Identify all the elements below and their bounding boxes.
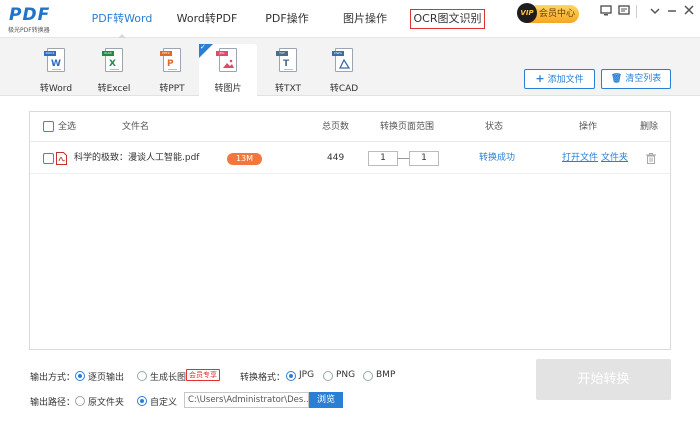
tab-ocr[interactable]: OCR图文识别: [410, 9, 485, 29]
col-actions: 操作: [579, 122, 598, 132]
col-total-pages: 总页数: [322, 122, 350, 132]
col-status: 状态: [485, 122, 504, 132]
table-row: 科学的极致：漫谈人工智能.pdf 13M 449 1 1 转换成功 打开文件 文…: [30, 143, 670, 174]
original-folder-radio[interactable]: [75, 396, 85, 406]
custom-path-label: 自定义: [150, 398, 178, 408]
logo-subtitle: 极光PDF转换器: [8, 27, 50, 34]
trash-icon: 🗑: [610, 74, 623, 84]
conversion-toolbar: DOCX W 转Word XLSX X 转Excel PPTX P 转PPT ✓…: [0, 38, 700, 96]
format-bmp-radio[interactable]: [363, 371, 373, 381]
tab-word-to-pdf[interactable]: Word转PDF: [170, 0, 244, 38]
browse-button[interactable]: 浏览: [309, 392, 343, 408]
range-from-input[interactable]: 1: [368, 151, 398, 166]
tool-label: 转TXT: [274, 84, 301, 94]
tool-to-ppt[interactable]: PPTX P 转PPT: [143, 38, 201, 96]
add-file-label: 添加文件: [547, 75, 584, 85]
file-name: 科学的极致：漫谈人工智能.pdf: [74, 153, 200, 163]
check-icon: ✓: [200, 43, 206, 51]
ppt-doc-icon: PPTX P: [160, 48, 181, 72]
txt-doc-icon: TXT T: [276, 48, 297, 72]
col-page-range: 转换页面范围: [380, 122, 435, 132]
vip-only-tag: 会员专享: [186, 369, 220, 381]
tab-image-operations[interactable]: 图片操作: [335, 0, 395, 38]
format-bmp-label: BMP: [376, 370, 396, 380]
table-header: 全选 文件名 总页数 转换页面范围 状态 操作 删除: [30, 112, 670, 142]
output-path-label: 输出路径：: [30, 398, 76, 408]
excel-doc-icon: XLSX X: [102, 48, 123, 72]
per-page-radio[interactable]: [75, 371, 85, 381]
status-text: 转换成功: [479, 153, 516, 163]
start-convert-button[interactable]: 开始转换: [536, 359, 671, 400]
tool-label: 转图片: [214, 84, 242, 94]
col-delete: 删除: [640, 122, 659, 132]
vip-badge-icon: VIP: [517, 3, 537, 23]
clear-list-label: 清空列表: [625, 74, 662, 84]
divider: [636, 5, 637, 18]
range-to-input[interactable]: 1: [409, 151, 439, 166]
top-bar: PDF 极光PDF转换器 PDF转Word Word转PDF PDF操作 图片操…: [0, 0, 700, 38]
per-page-label: 逐页输出: [88, 373, 125, 383]
word-doc-icon: DOCX W: [44, 48, 65, 72]
select-all-checkbox[interactable]: [43, 121, 54, 132]
tool-label: 转PPT: [159, 84, 185, 94]
tool-label: 转Word: [39, 84, 73, 94]
clear-list-button[interactable]: 🗑 清空列表: [601, 69, 671, 89]
long-image-radio[interactable]: [137, 371, 147, 381]
tool-to-txt[interactable]: TXT T 转TXT: [259, 38, 317, 96]
tool-to-image[interactable]: ✓ JPG 转图片: [199, 43, 257, 96]
file-list-panel: 全选 文件名 总页数 转换页面范围 状态 操作 删除 科学的极致：漫谈人工智能.…: [29, 111, 671, 350]
format-label: 转换格式：: [240, 373, 286, 383]
plus-icon: +: [535, 72, 545, 85]
cad-doc-icon: DWG: [332, 48, 353, 72]
file-size-badge: 13M: [227, 153, 262, 165]
tool-to-cad[interactable]: DWG 转CAD: [315, 38, 373, 96]
page-count: 449: [327, 153, 345, 163]
tool-to-word[interactable]: DOCX W 转Word: [27, 38, 85, 96]
pdf-file-icon: [56, 152, 67, 165]
long-image-label: 生成长图: [150, 373, 187, 383]
message-icon[interactable]: [617, 5, 631, 19]
open-folder-link[interactable]: 文件夹: [601, 143, 628, 174]
custom-path-radio[interactable]: [137, 396, 147, 406]
close-icon[interactable]: [682, 5, 696, 19]
tool-to-excel[interactable]: XLSX X 转Excel: [85, 38, 143, 96]
vip-center-label: 会员中心: [539, 9, 576, 19]
original-folder-label: 原文件夹: [88, 398, 125, 408]
output-path-input[interactable]: C:\Users\Administrator\Des...: [184, 392, 309, 408]
output-mode-label: 输出方式：: [30, 373, 76, 383]
tool-label: 转Excel: [97, 84, 131, 94]
delete-icon[interactable]: [646, 153, 656, 164]
format-jpg-label: JPG: [299, 370, 315, 380]
col-filename: 文件名: [122, 122, 150, 132]
minimize-icon[interactable]: [665, 5, 679, 19]
logo-text: PDF: [9, 5, 51, 25]
app-logo: PDF 极光PDF转换器: [6, 5, 60, 34]
image-doc-icon: JPG: [216, 48, 237, 72]
range-separator: [397, 158, 409, 159]
format-png-label: PNG: [336, 370, 356, 380]
row-checkbox[interactable]: [43, 153, 54, 164]
tab-pdf-to-word[interactable]: PDF转Word: [86, 0, 158, 38]
format-jpg-radio[interactable]: [286, 371, 296, 381]
tab-pdf-operations[interactable]: PDF操作: [258, 0, 316, 38]
monitor-icon[interactable]: [599, 5, 613, 19]
vip-center-button[interactable]: VIP 会员中心: [517, 3, 579, 23]
tool-label: 转CAD: [329, 84, 359, 94]
menu-dropdown-icon[interactable]: [648, 5, 662, 19]
format-png-radio[interactable]: [323, 371, 333, 381]
select-all-label: 全选: [58, 122, 77, 132]
open-file-link[interactable]: 打开文件: [562, 143, 598, 174]
add-file-button[interactable]: + 添加文件: [524, 69, 595, 89]
